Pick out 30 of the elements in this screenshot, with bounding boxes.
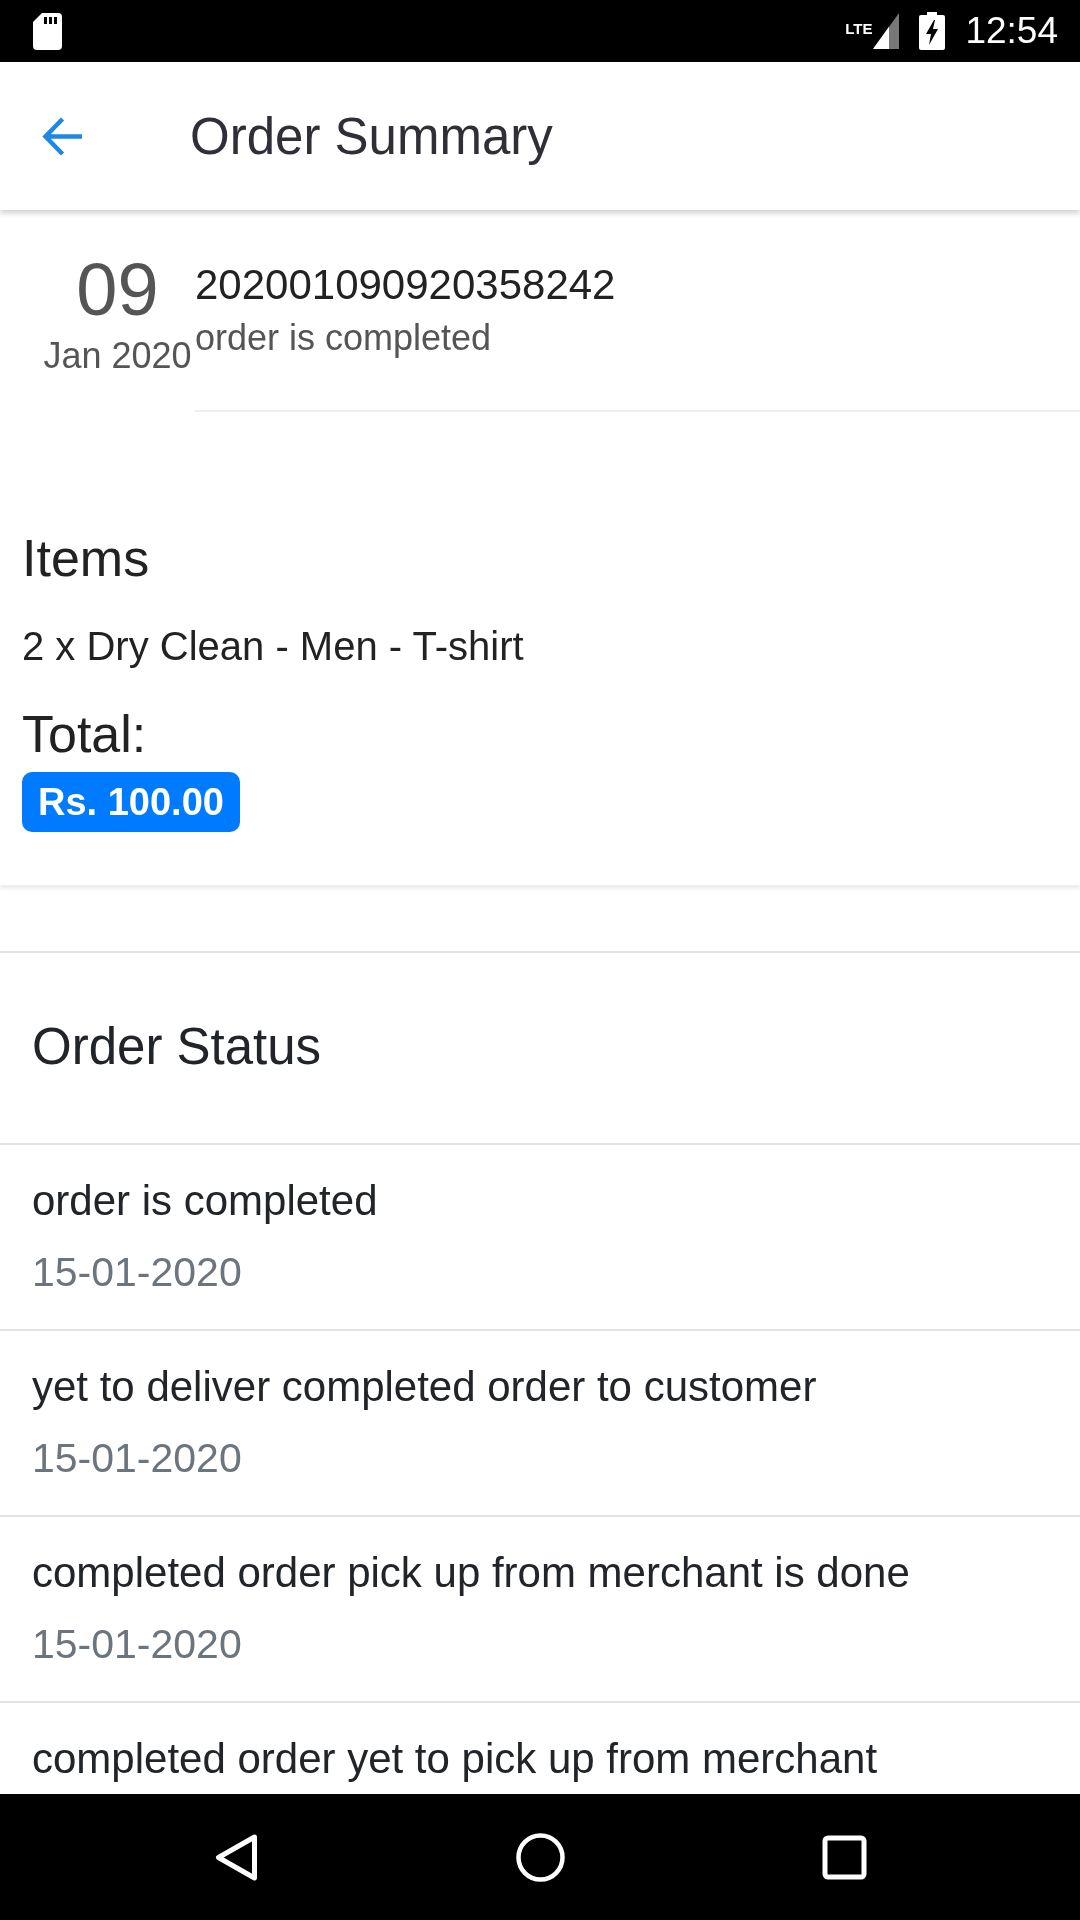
recents-button[interactable] xyxy=(821,1834,867,1880)
sd-card-icon xyxy=(33,12,62,50)
circle-icon xyxy=(515,1832,565,1882)
status-entry-date: 15-01-2020 xyxy=(32,1620,242,1669)
status-entry-text: completed order pick up from merchant is done xyxy=(32,1548,910,1598)
triangle-icon xyxy=(214,1833,258,1881)
items-heading: Items xyxy=(22,528,150,588)
left-arrow-icon xyxy=(42,115,83,157)
network-type-label: LTE xyxy=(845,21,873,37)
status-heading: Order Status xyxy=(32,1018,322,1076)
status-entry-text: yet to deliver completed order to customer xyxy=(32,1362,817,1412)
total-price-badge: Rs. 100.00 xyxy=(22,772,240,832)
home-button[interactable] xyxy=(515,1832,565,1882)
back-button[interactable] xyxy=(42,115,83,157)
total-label: Total: xyxy=(22,704,147,764)
order-number: 202001090920358242 xyxy=(195,260,616,310)
battery-charging-icon xyxy=(919,12,946,50)
status-entry-text: order is completed xyxy=(32,1176,378,1226)
status-entry-date: 15-01-2020 xyxy=(32,1248,242,1297)
status-entry-text: completed order yet to pick up from merchant xyxy=(32,1734,878,1784)
signal-strength-icon xyxy=(873,13,900,49)
square-icon xyxy=(821,1834,867,1880)
page-title: Order Summary xyxy=(190,107,553,165)
order-status-text: order is completed xyxy=(195,316,492,360)
item-line: 2 x Dry Clean - Men - T-shirt xyxy=(22,623,524,670)
nav-back-button[interactable] xyxy=(214,1833,258,1881)
order-month-year: Jan 2020 xyxy=(43,334,192,378)
status-entry-date: 15-01-2020 xyxy=(32,1434,242,1483)
order-day: 09 xyxy=(76,250,159,330)
clock-time: 12:54 xyxy=(965,9,1058,53)
